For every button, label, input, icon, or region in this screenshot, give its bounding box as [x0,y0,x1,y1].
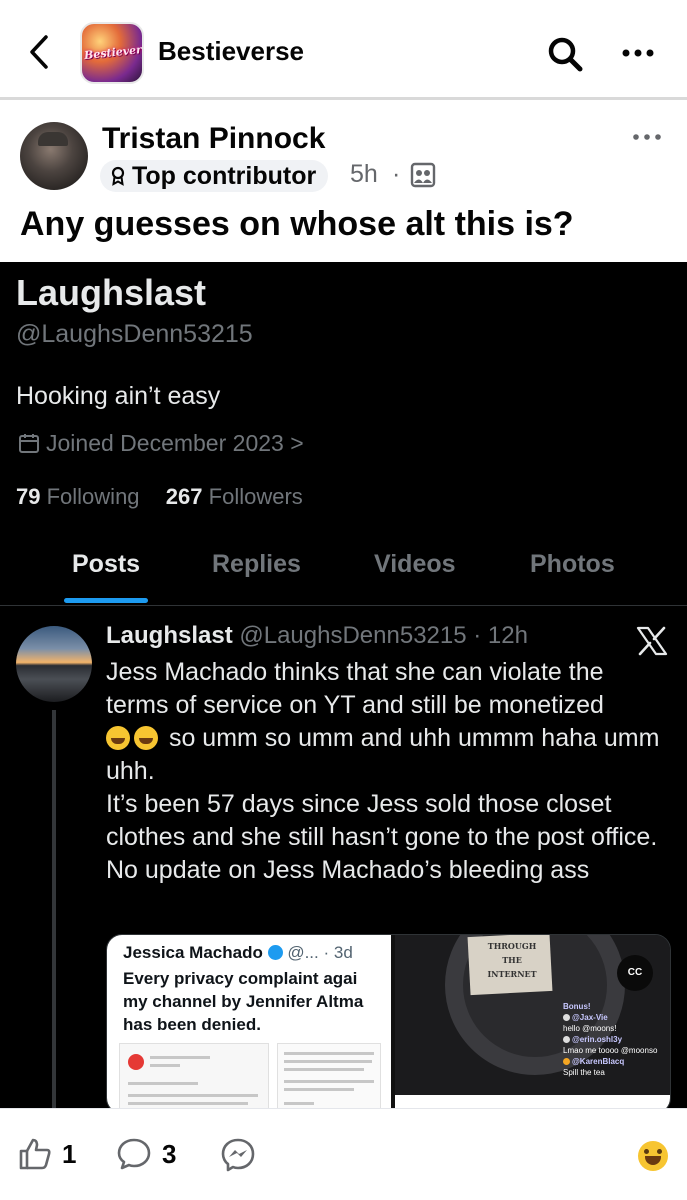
contributor-badge-icon [111,166,125,186]
comment-count[interactable]: 3 [162,1139,176,1170]
meta-separator: · [392,160,401,188]
x-tweet-meta: Laughslast @LaughsDenn53215 · 12h [106,622,528,650]
x-tweet-avatar [16,626,92,702]
stream-sign-text: THROUGH THE INTERNET [487,941,537,979]
chat-message: Spill the tea [563,1068,605,1077]
chevron-left-icon [30,35,48,69]
group-avatar[interactable]: Bestieverse [80,22,144,84]
messenger-icon[interactable] [220,1137,256,1173]
followers-count: 267 [165,484,203,509]
group-audience-icon [410,162,436,188]
quoted-handle: @... · 3d [287,943,353,962]
x-tweet-paragraph-2: It’s been 57 days since Jess sold those … [106,790,658,884]
like-count[interactable]: 1 [62,1139,76,1170]
x-joined-date: Joined December 2023 > [46,430,304,456]
x-tweet-author: Laughslast [106,622,233,649]
group-name[interactable]: Bestieverse [158,36,304,67]
post-timestamp[interactable]: 5h [350,160,378,189]
author-avatar[interactable] [20,122,88,190]
chat-message: Lmao me toooo @moonso [563,1046,658,1055]
more-horizontal-icon [633,134,661,140]
note-thumbnail [277,1043,381,1108]
post-action-bar: 1 3 [0,1108,687,1200]
tab-posts: Posts [72,550,141,578]
x-follow-stats: 79 Following 267 Followers [16,484,303,510]
badge-label: Top contributor [132,161,317,190]
group-header: Bestieverse Bestieverse [0,0,687,100]
reaction-emoji-icon[interactable] [638,1141,668,1171]
rolling-laughing-emoji-icon [106,726,130,750]
stream-chat: Bonus! @Jax-Vie hello @moons! @erin.oshl… [563,1001,670,1078]
tab-replies: Replies [212,550,301,578]
comment-icon[interactable] [116,1137,152,1171]
chat-user: @KarenBlacq [572,1057,625,1066]
tab-videos: Videos [374,550,456,578]
chat-message: hello @moons! [563,1024,617,1033]
like-icon[interactable] [18,1137,52,1171]
stream-bottom-strip [395,1095,670,1108]
x-tweet-line-1: Jess Machado thinks that she can violate… [106,658,604,719]
verified-badge-icon [267,945,283,960]
x-tweet-handle-time: @LaughsDenn53215 · 12h [239,622,528,649]
x-tweet-body: Jess Machado thinks that she can violate… [106,656,666,887]
x-profile-tabs: Posts Replies Videos Photos [0,540,687,606]
quoted-text: Every privacy complaint agai my channel … [123,967,383,1036]
post-options-button[interactable] [632,124,662,150]
email-thumbnail [119,1043,269,1108]
x-tweet-line-2: so umm so umm and uhh ummm haha umm uhh. [106,724,660,785]
chat-user: Bonus! [563,1002,591,1011]
followers-label: Followers [208,484,303,509]
x-profile-handle: @LaughsDenn53215 [16,320,253,348]
x-profile-name: Laughslast [16,272,207,313]
media-stream-right: THROUGH THE INTERNET CC Bonus! @Jax-Vie … [395,935,670,1108]
embedded-screenshot[interactable]: Laughslast @LaughsDenn53215 Hooking ain’… [0,262,687,1108]
search-button[interactable] [545,34,585,74]
youtube-avatar-icon [128,1054,144,1070]
chat-user: @erin.oshl3y [572,1035,623,1044]
post-text: Any guesses on whose alt this is? [20,205,574,243]
x-profile-bio: Hooking ain’t easy [16,382,221,410]
quoted-author-name: Jessica Machado [123,943,263,962]
chat-user: @Jax-Vie [572,1013,608,1022]
rolling-laughing-emoji-icon [134,726,158,750]
x-tweet-media: Jessica Machado @... · 3d Every privacy … [106,934,671,1108]
media-screenshot-left: Jessica Machado @... · 3d Every privacy … [107,935,391,1108]
more-options-button[interactable] [620,36,656,70]
active-tab-indicator [64,598,148,603]
closed-captions-icon: CC [617,955,653,991]
quoted-text-line-2: my channel by Jennifer Altma [123,992,364,1011]
quoted-author: Jessica Machado @... · 3d [123,943,353,963]
quoted-text-line-3: has been denied. [123,1015,261,1034]
thread-line [52,710,56,1108]
quoted-text-line-1: Every privacy complaint agai [123,969,358,988]
back-button[interactable] [22,30,56,74]
more-horizontal-icon [622,49,654,57]
top-contributor-badge[interactable]: Top contributor [100,160,329,192]
following-count: 79 [16,484,41,509]
search-icon [548,37,583,72]
tab-photos: Photos [530,550,615,578]
author-name[interactable]: Tristan Pinnock [102,122,325,156]
x-logo-icon [636,626,668,656]
following-label: Following [46,484,140,509]
group-avatar-logo: Bestieverse [83,41,144,63]
calendar-icon [19,434,39,453]
